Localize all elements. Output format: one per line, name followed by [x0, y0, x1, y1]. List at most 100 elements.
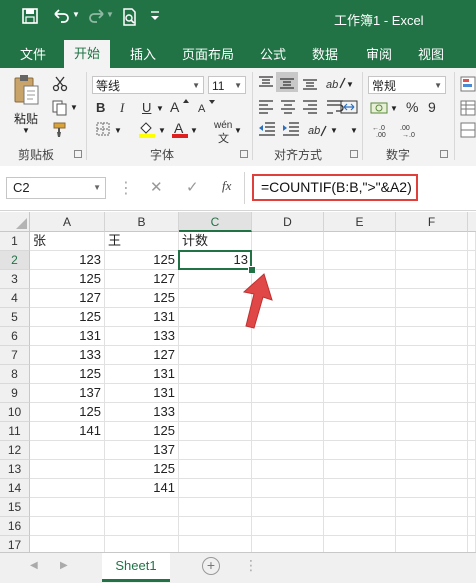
row-header[interactable]: 10 [0, 403, 30, 422]
cell-f9[interactable] [396, 384, 468, 403]
copy-icon[interactable] [52, 100, 68, 120]
row-header[interactable]: 12 [0, 441, 30, 460]
cell-f12[interactable] [396, 441, 468, 460]
cell-c16[interactable] [179, 517, 252, 536]
cell-d2[interactable] [252, 251, 324, 270]
cell-a11[interactable]: 141 [30, 422, 105, 441]
column-header-a[interactable]: A [30, 212, 105, 232]
borders-dropdown-icon[interactable]: ▼ [114, 126, 122, 135]
cell-g3[interactable] [468, 270, 476, 289]
cell-b14[interactable]: 141 [105, 479, 179, 498]
cell-a4[interactable]: 127 [30, 289, 105, 308]
decrease-decimal-icon[interactable]: .00 →.0 [400, 122, 422, 142]
orientation-dropdown-icon[interactable]: ▼ [346, 80, 354, 89]
tab-split-grip-icon[interactable]: ⋮ [244, 557, 258, 574]
tab-insert[interactable]: 插入 [130, 44, 156, 63]
cell-e8[interactable] [324, 365, 396, 384]
cell-e6[interactable] [324, 327, 396, 346]
increase-decimal-icon[interactable]: ←.0.00 [372, 122, 394, 142]
cell-b5[interactable]: 131 [105, 308, 179, 327]
cell-a8[interactable]: 125 [30, 365, 105, 384]
cell-f14[interactable] [396, 479, 468, 498]
add-sheet-button[interactable]: + [202, 557, 220, 575]
cell-c8[interactable] [179, 365, 252, 384]
font-size-combo[interactable]: 11 ▼ [208, 76, 246, 94]
currency-dropdown-icon[interactable]: ▼ [390, 104, 398, 113]
cell-b4[interactable]: 125 [105, 289, 179, 308]
cell-e12[interactable] [324, 441, 396, 460]
redo-icon[interactable] [88, 8, 106, 28]
merge-center-icon[interactable] [340, 100, 358, 118]
cell-e9[interactable] [324, 384, 396, 403]
tab-review[interactable]: 审阅 [366, 44, 392, 63]
qat-dropdown-icon[interactable] [150, 10, 160, 25]
cell-b9[interactable]: 131 [105, 384, 179, 403]
row-header[interactable]: 15 [0, 498, 30, 517]
cell-a1[interactable]: 张 [30, 232, 105, 251]
font-color-icon[interactable]: A [172, 120, 188, 142]
cell-b8[interactable]: 131 [105, 365, 179, 384]
font-launcher-icon[interactable] [240, 150, 248, 158]
cell-d13[interactable] [252, 460, 324, 479]
decrease-font-icon[interactable]: A [198, 98, 218, 118]
tab-page-layout[interactable]: 页面布局 [182, 44, 234, 63]
cell-e16[interactable] [324, 517, 396, 536]
underline-button[interactable]: U [142, 100, 151, 116]
cell-c12[interactable] [179, 441, 252, 460]
cell-f13[interactable] [396, 460, 468, 479]
cell-d11[interactable] [252, 422, 324, 441]
cell-a10[interactable]: 125 [30, 403, 105, 422]
cell-f6[interactable] [396, 327, 468, 346]
cell-e1[interactable] [324, 232, 396, 251]
cell-f5[interactable] [396, 308, 468, 327]
row-header[interactable]: 11 [0, 422, 30, 441]
cell-g10[interactable] [468, 403, 476, 422]
cell-g7[interactable] [468, 346, 476, 365]
row-header[interactable]: 9 [0, 384, 30, 403]
tab-data[interactable]: 数据 [312, 44, 338, 63]
column-header-e[interactable]: E [324, 212, 396, 232]
cell-b12[interactable]: 137 [105, 441, 179, 460]
cell-g15[interactable] [468, 498, 476, 517]
row-header[interactable]: 14 [0, 479, 30, 498]
tab-file[interactable]: 文件 [20, 44, 46, 63]
cell-a15[interactable] [30, 498, 105, 517]
increase-indent-icon[interactable] [282, 122, 300, 140]
cell-e4[interactable] [324, 289, 396, 308]
cell-g5[interactable] [468, 308, 476, 327]
save-icon[interactable] [22, 8, 38, 28]
align-left-icon[interactable] [258, 100, 274, 118]
worksheet-grid[interactable]: A B C D E F 1 张王计数 2 123 125 13 3 125 127 4 127 125… [0, 212, 476, 555]
cell-f1[interactable] [396, 232, 468, 251]
chevron-down-icon[interactable]: ▼ [93, 178, 101, 198]
insert-function-icon[interactable]: fx [222, 178, 231, 194]
cell-f3[interactable] [396, 270, 468, 289]
cell-a12[interactable] [30, 441, 105, 460]
cell-f8[interactable] [396, 365, 468, 384]
cell-b7[interactable]: 127 [105, 346, 179, 365]
cut-icon[interactable] [52, 76, 68, 96]
cell-g9[interactable] [468, 384, 476, 403]
cell-styles-icon[interactable] [460, 122, 476, 142]
row-header[interactable]: 8 [0, 365, 30, 384]
cell-g12[interactable] [468, 441, 476, 460]
orientation-icon[interactable]: ab [326, 74, 346, 96]
redo-dropdown-icon[interactable]: ▼ [106, 10, 114, 19]
cell-a14[interactable] [30, 479, 105, 498]
cell-d1[interactable] [252, 232, 324, 251]
underline-dropdown-icon[interactable]: ▼ [156, 104, 164, 113]
row-header[interactable]: 5 [0, 308, 30, 327]
cell-a9[interactable]: 137 [30, 384, 105, 403]
cell-b1[interactable]: 王 [105, 232, 179, 251]
italic-button[interactable]: I [120, 100, 124, 116]
cell-g4[interactable] [468, 289, 476, 308]
paste-dropdown-icon[interactable]: ▼ [22, 126, 30, 135]
select-all-corner[interactable] [0, 212, 30, 232]
cell-b6[interactable]: 133 [105, 327, 179, 346]
cell-f7[interactable] [396, 346, 468, 365]
borders-icon[interactable] [96, 122, 110, 140]
column-header-f[interactable]: F [396, 212, 468, 232]
cell-f11[interactable] [396, 422, 468, 441]
percent-button[interactable]: % [406, 99, 418, 115]
row-header[interactable]: 3 [0, 270, 30, 289]
